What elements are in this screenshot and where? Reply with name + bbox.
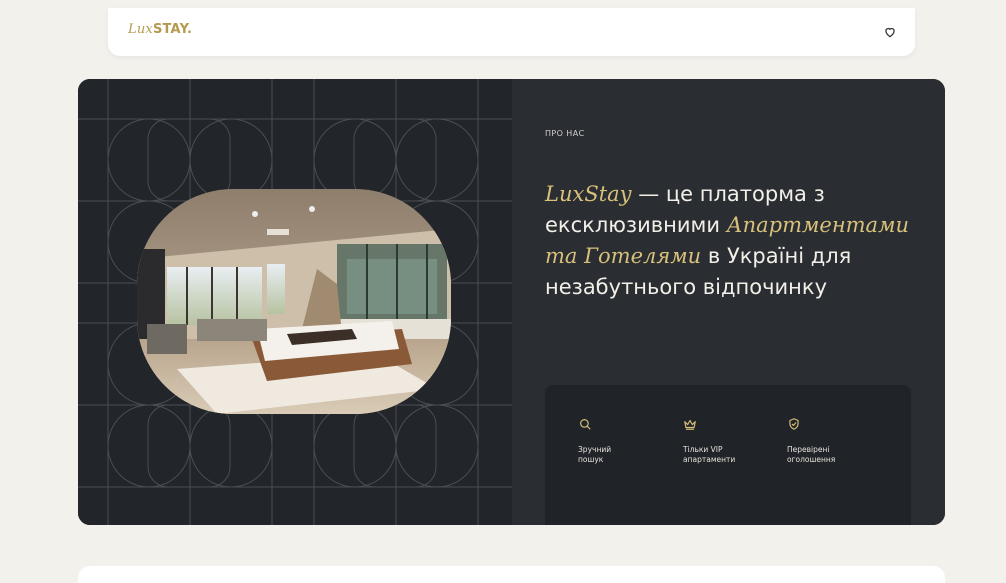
feature-vip-label: Тільки VIP апартаменти [683,445,736,464]
logo[interactable]: LuxSTAY. [128,22,192,37]
crown-icon [684,419,696,430]
feature-search: Зручний пошук [578,417,668,465]
about-hero-section: ПРО НАС LuxStay — це платорма з ексклюзи… [78,79,945,525]
search-icon [580,419,591,430]
feature-search-label: Зручний пошук [578,445,612,464]
headline-brand: LuxStay [545,182,632,206]
hotel-room-photo [137,189,451,414]
hero-text-panel: ПРО НАС LuxStay — це платорма з ексклюзи… [512,79,945,525]
features-card: Зручний пошук Тільки VIP апартаменти Пер… [545,385,911,525]
heart-icon[interactable] [883,25,897,39]
hero-image-panel [78,79,512,525]
feature-verified-label: Перевірені оголошення [787,445,836,464]
next-section-card [78,566,945,583]
shield-check-icon [789,418,799,430]
top-navbar: LuxSTAY. [108,8,915,56]
section-eyebrow: ПРО НАС [545,129,585,138]
logo-italic-part: Lux [128,22,153,37]
hero-headline: LuxStay — це платорма з ексклюзивними Ап… [545,179,930,303]
feature-verified: Перевірені оголошення [787,417,877,465]
logo-bold-part: STAY. [152,22,193,37]
feature-vip: Тільки VIP апартаменти [683,417,773,465]
